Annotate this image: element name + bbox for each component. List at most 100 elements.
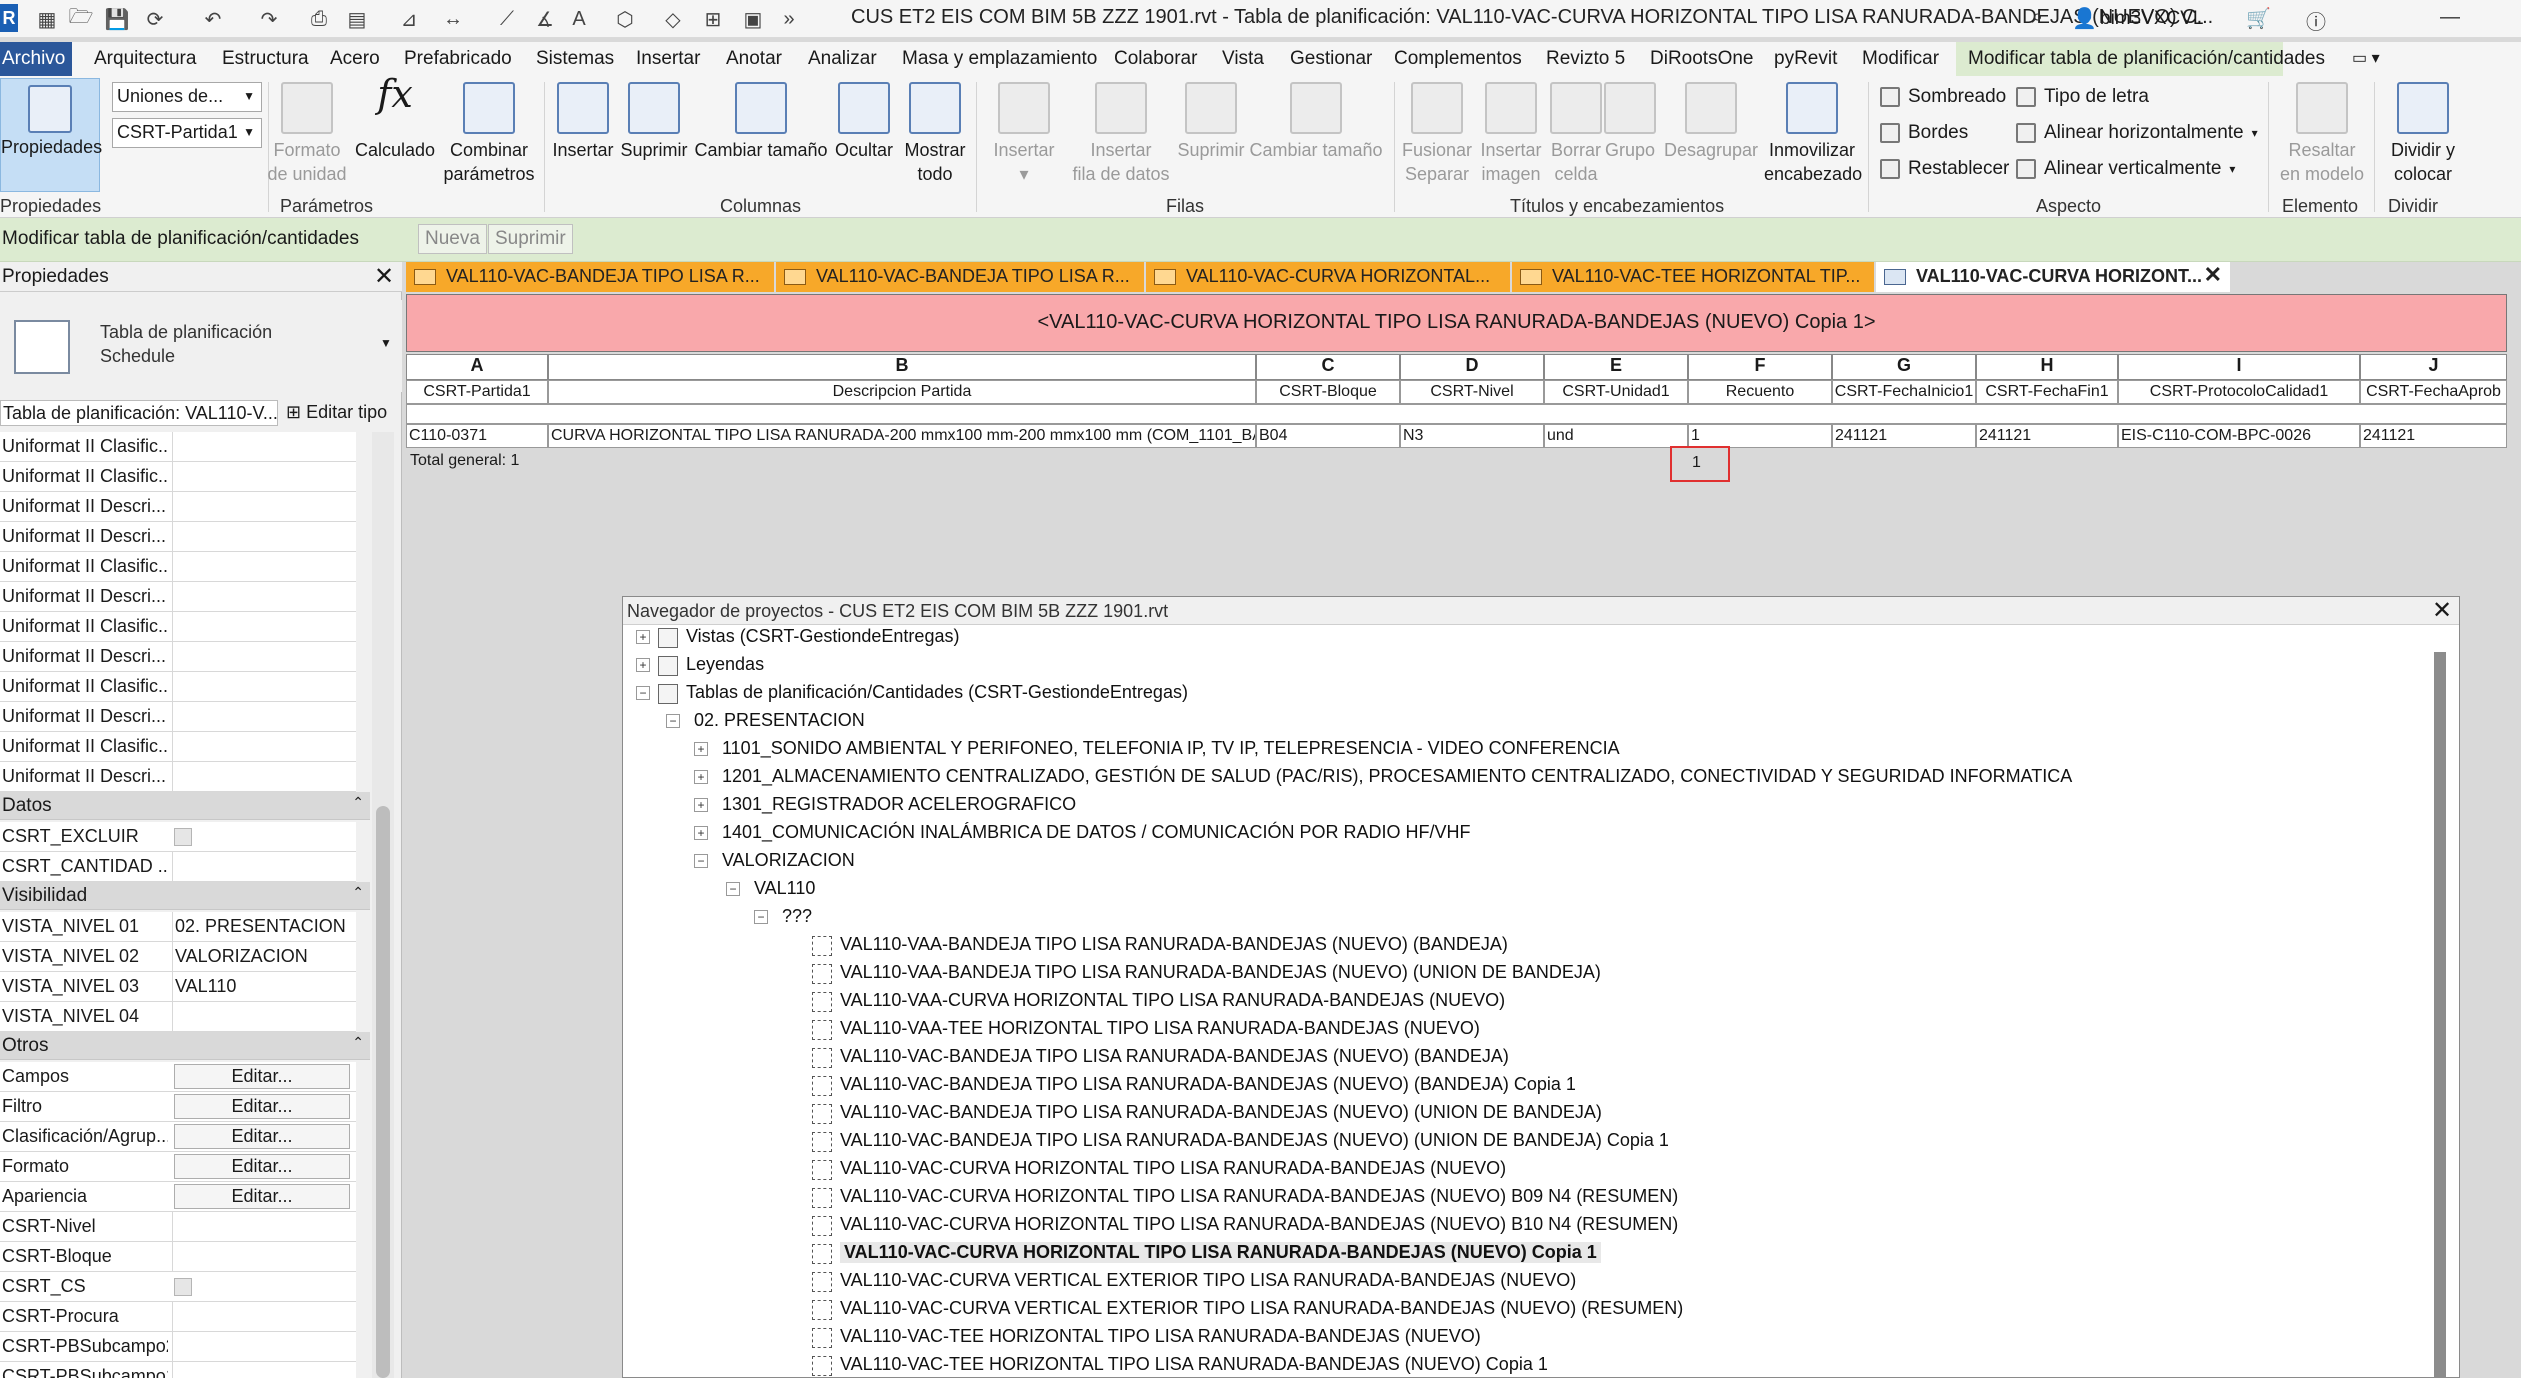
property-value[interactable] — [172, 582, 356, 611]
column-letter[interactable]: I — [2118, 354, 2360, 380]
menu-dirootsone[interactable]: DiRootsOne — [1650, 48, 1754, 70]
grand-total-value[interactable]: 1 — [1670, 446, 1730, 482]
property-value[interactable] — [172, 1332, 356, 1361]
edit-button[interactable]: Editar... — [174, 1094, 350, 1119]
collapse-icon[interactable]: − — [754, 910, 768, 924]
column-header[interactable]: CSRT-Nivel — [1400, 380, 1544, 404]
properties-button[interactable]: Propiedades — [0, 78, 102, 192]
expand-icon[interactable]: + — [636, 658, 650, 672]
close-tab-icon[interactable]: ✕ — [2204, 262, 2222, 288]
freeze-header-button[interactable]: Inmovilizar encabezado — [1764, 82, 1862, 186]
column-letter[interactable]: D — [1400, 354, 1544, 380]
user-icon[interactable]: 👤 — [2072, 6, 2097, 31]
ungroup-button[interactable]: Desagrupar — [1658, 82, 1764, 162]
browser-scrollbar[interactable] — [2434, 652, 2446, 1378]
edit-button[interactable]: Editar... — [174, 1184, 350, 1209]
menu-analizar[interactable]: Analizar — [808, 48, 877, 70]
property-value[interactable] — [172, 702, 356, 731]
column-header[interactable]: Descripcion Partida — [548, 380, 1256, 404]
insert-data-row-button[interactable]: Insertar fila de datos — [1066, 82, 1176, 186]
menu-prefabricado[interactable]: Prefabricado — [404, 48, 512, 70]
dimension-icon[interactable]: ↔ — [440, 6, 466, 32]
pdf-icon[interactable]: ▤ — [344, 6, 370, 32]
property-value[interactable]: VAL110 — [172, 972, 356, 1001]
edit-type-button[interactable]: ⊞ Editar tipo — [286, 402, 387, 423]
property-value[interactable] — [172, 1362, 356, 1378]
undo-icon[interactable]: ↶ — [200, 6, 226, 32]
cart-icon[interactable]: 🛒 — [2246, 6, 2271, 31]
property-value[interactable] — [172, 1212, 356, 1241]
tab-view-4[interactable]: VAL110-VAC-TEE HORIZONTAL TIP... — [1512, 262, 1874, 292]
resize-row-button[interactable]: Cambiar tamaño — [1248, 82, 1384, 162]
app-logo[interactable]: R — [0, 4, 18, 32]
text-icon[interactable]: A — [566, 6, 592, 32]
tag-icon[interactable]: ⟋ — [494, 6, 520, 32]
shading-button[interactable]: Sombreado — [1880, 86, 2006, 108]
section-icon[interactable]: ◇ — [660, 6, 686, 32]
delete-row-button[interactable]: Suprimir — [1176, 82, 1246, 162]
delete-column-button[interactable]: Suprimir — [616, 82, 692, 162]
menu-modificar[interactable]: Modificar — [1862, 48, 1939, 70]
chevron-down-icon[interactable]: ▼ — [380, 336, 392, 350]
column-letter[interactable]: J — [2360, 354, 2507, 380]
menu-insertar[interactable]: Insertar — [636, 48, 700, 70]
property-value[interactable] — [172, 762, 356, 791]
section-otros[interactable]: Otros ⌃ — [0, 1032, 370, 1060]
column-letter[interactable]: E — [1544, 354, 1688, 380]
property-value[interactable] — [172, 672, 356, 701]
column-header[interactable]: CSRT-FechaAprob — [2360, 380, 2507, 404]
property-value[interactable] — [172, 522, 356, 551]
schedule-cell[interactable]: 241121 — [1976, 424, 2118, 448]
collapse-icon[interactable]: − — [694, 854, 708, 868]
expand-icon[interactable]: + — [694, 798, 708, 812]
property-value[interactable] — [172, 492, 356, 521]
section-datos[interactable]: Datos ⌃ — [0, 792, 370, 820]
schedule-cell[interactable]: CURVA HORIZONTAL TIPO LISA RANURADA-200 … — [548, 424, 1256, 448]
collapse-icon[interactable]: − — [726, 882, 740, 896]
column-header[interactable]: CSRT-Bloque — [1256, 380, 1400, 404]
highlight-in-model-button[interactable]: Resaltar en modelo — [2274, 82, 2370, 186]
collapse-icon[interactable]: − — [666, 714, 680, 728]
expand-icon[interactable]: + — [694, 826, 708, 840]
calculated-button[interactable]: fx Calculado — [352, 75, 438, 162]
edit-button[interactable]: Editar... — [174, 1064, 350, 1089]
schedule-cell[interactable]: EIS-C110-COM-BPC-0026 — [2118, 424, 2360, 448]
3d-view-icon[interactable]: ⬡ — [612, 6, 638, 32]
close-icon[interactable]: ✕ — [374, 262, 394, 291]
group-button[interactable]: Grupo — [1604, 82, 1656, 162]
collapse-icon[interactable]: ⌃ — [352, 884, 364, 901]
schedule-cell[interactable]: N3 — [1400, 424, 1544, 448]
sync-icon[interactable]: ⟳ — [142, 6, 168, 32]
insert-column-button[interactable]: Insertar — [548, 82, 618, 162]
schedule-title[interactable]: <VAL110-VAC-CURVA HORIZONTAL TIPO LISA R… — [406, 294, 2507, 352]
property-value[interactable] — [172, 1002, 356, 1031]
column-header[interactable]: CSRT-FechaFin1 — [1976, 380, 2118, 404]
collapse-icon[interactable]: ⌃ — [352, 794, 364, 811]
close-views-icon[interactable]: ⊞ — [700, 6, 726, 32]
font-button[interactable]: Tipo de letra — [2016, 86, 2149, 108]
unit-format-button[interactable]: Formato de unidad — [262, 82, 352, 186]
column-letter[interactable]: B — [548, 354, 1256, 380]
resize-column-button[interactable]: Cambiar tamaño — [694, 82, 828, 162]
section-visibilidad[interactable]: Visibilidad ⌃ — [0, 882, 370, 910]
edit-button[interactable]: Editar... — [174, 1154, 350, 1179]
show-all-button[interactable]: Mostrar todo — [900, 82, 970, 186]
reset-button[interactable]: Restablecer — [1880, 158, 2009, 180]
minimize-icon[interactable]: — — [2440, 6, 2460, 29]
angle-icon[interactable]: ∡ — [532, 6, 558, 32]
menu-acero[interactable]: Acero — [330, 48, 380, 70]
menu-pyrevit[interactable]: pyRevit — [1774, 48, 1837, 70]
expand-icon[interactable]: + — [694, 742, 708, 756]
instance-dropdown[interactable]: Tabla de planificación: VAL110-V... — [0, 400, 278, 426]
property-value[interactable]: 02. PRESENTACION — [172, 912, 356, 941]
property-value[interactable] — [172, 1242, 356, 1271]
hide-column-button[interactable]: Ocultar — [830, 82, 898, 162]
column-header[interactable]: CSRT-FechaInicio1 — [1832, 380, 1976, 404]
property-value[interactable] — [172, 642, 356, 671]
insert-row-button[interactable]: Insertar ▾ — [984, 82, 1064, 186]
column-letter[interactable]: C — [1256, 354, 1400, 380]
expand-icon[interactable]: + — [694, 770, 708, 784]
menu-complementos[interactable]: Complementos — [1394, 48, 1522, 70]
property-checkbox[interactable] — [174, 1278, 192, 1296]
align-horizontal-button[interactable]: Alinear horizontalmente ▾ — [2016, 122, 2258, 144]
